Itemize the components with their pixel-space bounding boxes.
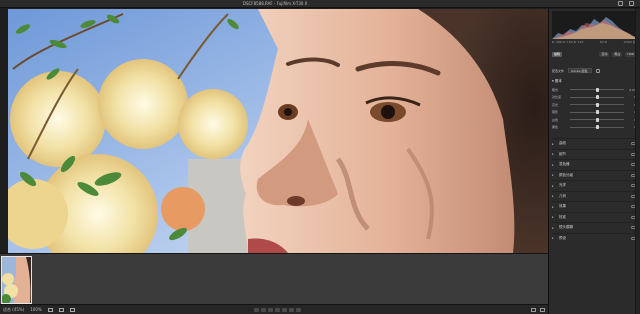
slider-track[interactable] xyxy=(570,125,624,130)
chevron-right-icon: ▸ xyxy=(552,225,554,230)
settings-icon[interactable] xyxy=(540,308,545,312)
rating-dot[interactable] xyxy=(261,308,266,312)
adjustments-panel: R: 180 G: 150 B: 120 f/2.8 1/500 秒 编辑 自动… xyxy=(548,9,640,314)
panel-section[interactable]: ▸ 校准 xyxy=(552,211,636,223)
slider-row: 对比度0 xyxy=(552,94,636,102)
slider-row: 曝光 0.00 xyxy=(552,86,636,94)
slider-track[interactable] xyxy=(570,110,624,115)
section-title: 细节 xyxy=(559,151,566,156)
tab-auto[interactable]: 自动 xyxy=(599,51,610,57)
slider-row: 白色0 xyxy=(552,116,636,124)
filmstrip xyxy=(0,253,548,304)
slider-handle[interactable] xyxy=(595,87,599,92)
compare-view-icon[interactable] xyxy=(58,308,64,312)
chevron-right-icon: ▸ xyxy=(552,141,554,146)
slider-track[interactable] xyxy=(570,102,624,107)
chevron-right-icon: ▸ xyxy=(552,183,554,188)
panel-section[interactable]: ▸ 光学 xyxy=(552,180,636,191)
slider-label: 高光 xyxy=(552,102,559,107)
panel-section[interactable]: ▸ 几何 xyxy=(552,190,636,202)
rating-dot[interactable] xyxy=(254,308,259,312)
rating-dot[interactable] xyxy=(268,308,273,312)
photo xyxy=(8,9,548,253)
slider-row: 阴影0 xyxy=(552,109,636,117)
slider-track[interactable] xyxy=(570,117,624,122)
histogram xyxy=(552,11,636,39)
filmstrip-thumbnail[interactable] xyxy=(1,256,32,304)
window-maximize-icon[interactable] xyxy=(629,1,634,6)
panel-section[interactable]: ▸ 预设 xyxy=(552,232,636,244)
chevron-right-icon: ▸ xyxy=(552,152,554,157)
rating-dot[interactable] xyxy=(296,308,301,312)
slider-handle[interactable] xyxy=(595,117,599,122)
section-title: 混色器 xyxy=(559,162,570,167)
panel-section[interactable]: ▸ 细节 xyxy=(552,148,636,160)
share-icon[interactable] xyxy=(618,1,623,6)
chevron-right-icon: ▸ xyxy=(552,194,554,199)
slider-row: 高光0 xyxy=(552,101,636,109)
basic-section-title: 基本 xyxy=(554,79,562,83)
profile-browser-icon[interactable] xyxy=(596,68,601,73)
collapsed-sections: ▸ 曲线 ▸ 细节 ▸ 混色器 ▸ 颜色分级 ▸ 光学 ▸ 几何 ▸ 效果 ▸ 校准 ▸ 镜头模糊 ▸ 预设 xyxy=(552,138,636,243)
tab-edit[interactable]: 编辑 xyxy=(552,51,563,57)
profile-select[interactable]: Adobe 颜色 xyxy=(568,68,593,73)
rating-dots xyxy=(254,308,301,312)
slider-label: 阴影 xyxy=(552,110,559,115)
basic-sliders: 曝光0.00对比度0高光0阴影0白色0黑色0 xyxy=(552,86,636,131)
profile-label: 配置文件 xyxy=(552,68,565,73)
title-bar: DSCF8588.RAF - Fujifilm X-T30 II xyxy=(0,0,640,8)
rating-dot[interactable] xyxy=(282,308,287,312)
filter-icon[interactable] xyxy=(69,308,75,312)
chevron-right-icon: ▸ xyxy=(552,162,554,167)
slider-handle[interactable] xyxy=(595,102,599,107)
camera-readout: R: 180 G: 150 B: 120 f/2.8 1/500 秒 xyxy=(552,40,636,44)
basic-section-header[interactable]: ▾ 基本 xyxy=(552,78,636,85)
chevron-right-icon: ▸ xyxy=(552,215,554,220)
slider-handle[interactable] xyxy=(595,125,599,130)
status-bar: 适合 (45%) 100% xyxy=(0,304,548,314)
image-canvas[interactable] xyxy=(8,9,548,253)
chevron-right-icon: ▸ xyxy=(552,204,554,209)
section-title: 效果 xyxy=(559,204,566,209)
slider-label: 对比度 xyxy=(552,95,562,100)
slider-track[interactable] xyxy=(570,87,624,92)
section-title: 几何 xyxy=(559,193,566,198)
slider-row: 黑色0 xyxy=(552,124,636,132)
tool-strip xyxy=(635,9,640,314)
slider-label: 白色 xyxy=(552,117,559,122)
zoom-100-label[interactable]: 100% xyxy=(30,305,41,314)
panel-section[interactable]: ▸ 颜色分级 xyxy=(552,169,636,181)
chevron-right-icon: ▸ xyxy=(552,236,554,241)
treatment-tabs: 编辑 自动 黑白 HDR xyxy=(552,49,636,59)
chevron-down-icon: ▾ xyxy=(552,79,554,83)
slider-label: 黑色 xyxy=(552,125,559,130)
section-title: 光学 xyxy=(559,183,566,188)
zoom-fit-label[interactable]: 适合 (45%) xyxy=(3,305,24,314)
section-title: 校准 xyxy=(559,214,566,219)
rgb-readout: R: 180 G: 150 B: 120 xyxy=(552,40,584,44)
section-title: 预设 xyxy=(559,235,566,240)
aperture-readout: f/2.8 xyxy=(599,40,607,44)
window-title: DSCF8588.RAF - Fujifilm X-T30 II xyxy=(242,1,308,6)
panel-section[interactable]: ▸ 曲线 xyxy=(552,138,636,149)
chevron-right-icon: ▸ xyxy=(552,173,554,178)
rating-dot[interactable] xyxy=(289,308,294,312)
before-after-icon[interactable] xyxy=(531,308,536,312)
panel-section[interactable]: ▸ 效果 xyxy=(552,201,636,212)
slider-label: 曝光 xyxy=(552,87,559,92)
slider-track[interactable] xyxy=(570,95,624,100)
slider-handle[interactable] xyxy=(595,110,599,115)
tab-bw[interactable]: 黑白 xyxy=(612,51,623,57)
slider-handle[interactable] xyxy=(595,95,599,100)
section-title: 颜色分级 xyxy=(559,172,573,177)
panel-section[interactable]: ▸ 混色器 xyxy=(552,159,636,170)
rating-dot[interactable] xyxy=(275,308,280,312)
section-title: 镜头模糊 xyxy=(559,225,573,230)
profile-row: 配置文件 Adobe 颜色 xyxy=(552,67,636,74)
photo-editor-window: DSCF8588.RAF - Fujifilm X-T30 II 适合 (45%… xyxy=(0,0,640,314)
panel-section[interactable]: ▸ 镜头模糊 xyxy=(552,222,636,233)
grid-view-icon[interactable] xyxy=(47,308,53,312)
section-title: 曲线 xyxy=(559,141,566,146)
